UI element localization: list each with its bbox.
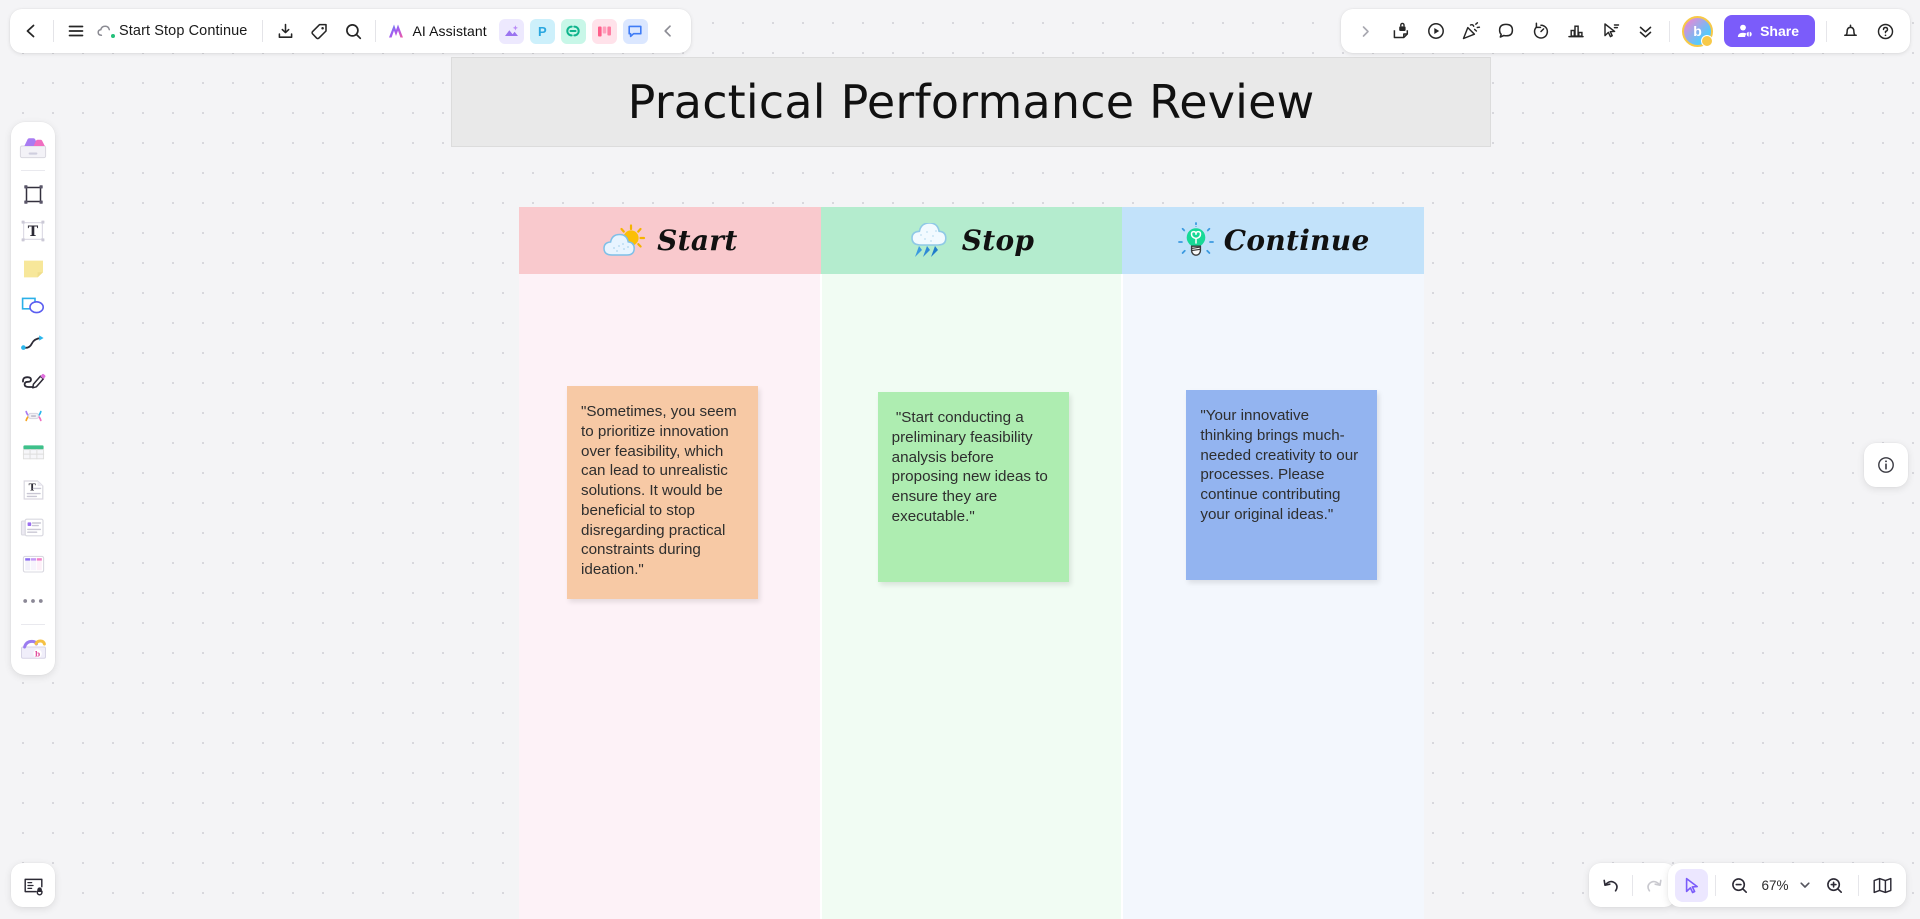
svg-text:b: b	[35, 649, 40, 658]
cursor-flag-icon[interactable]	[1594, 15, 1627, 48]
text-icon[interactable]: T	[15, 213, 51, 249]
info-panel-button[interactable]	[1864, 443, 1908, 487]
mindmap-icon[interactable]	[15, 398, 51, 434]
rail-divider	[21, 624, 45, 625]
column-start[interactable]: Start "Sometimes, you seem to prioritize…	[519, 207, 822, 919]
table-icon[interactable]	[15, 435, 51, 471]
undo-redo-group	[1589, 863, 1676, 907]
pen-draw-icon[interactable]	[15, 361, 51, 397]
zoom-level-label[interactable]: 67%	[1758, 878, 1792, 893]
connector-line-icon[interactable]	[15, 324, 51, 360]
link-app-chip[interactable]	[560, 18, 586, 44]
celebrate-confetti-icon[interactable]	[1454, 15, 1487, 48]
document-icon[interactable]: T	[15, 472, 51, 508]
cursor-select-tool[interactable]	[1675, 868, 1708, 902]
presentation-mode-icon	[23, 875, 44, 896]
search-button[interactable]	[336, 14, 370, 48]
presentation-mode-button[interactable]	[11, 863, 55, 907]
page-title: Practical Performance Review	[627, 75, 1315, 129]
sticky-note-icon[interactable]	[15, 250, 51, 286]
play-circle-icon[interactable]	[1419, 15, 1452, 48]
zoom-out-button[interactable]	[1723, 869, 1756, 902]
column-body-continue[interactable]: "Your innovative thinking brings much-ne…	[1122, 274, 1425, 919]
column-continue[interactable]: Continue "Your innovative thinking bring…	[1122, 207, 1425, 919]
apps-box-icon[interactable]: b	[15, 630, 51, 666]
help-circle-icon[interactable]	[1869, 15, 1902, 48]
redo-button[interactable]	[1638, 869, 1671, 902]
toolbar-divider	[1669, 20, 1671, 42]
rain-cloud-icon	[909, 222, 953, 259]
templates-icon[interactable]	[15, 129, 51, 165]
more-tools-icon[interactable]	[15, 583, 51, 619]
column-title-continue: Continue	[1223, 224, 1370, 257]
kanban-app-chip[interactable]	[591, 18, 617, 44]
saved-indicator-dot	[110, 33, 116, 39]
comment-bubble-icon[interactable]	[1489, 15, 1522, 48]
undo-button[interactable]	[1594, 869, 1627, 902]
sun-behind-cloud-icon	[602, 223, 648, 258]
ai-assistant-button[interactable]: AI Assistant	[381, 14, 495, 48]
board-title[interactable]: Start Stop Continue	[116, 23, 257, 39]
sticky-note-continue[interactable]: "Your innovative thinking brings much-ne…	[1186, 390, 1378, 580]
control-divider	[1858, 874, 1859, 896]
column-stop[interactable]: Stop "Start conducting a preliminary fea…	[820, 207, 1124, 919]
board-title-frame[interactable]: Practical Performance Review	[451, 57, 1491, 147]
column-header-continue: Continue	[1122, 207, 1425, 274]
kanban-board-icon[interactable]	[15, 546, 51, 582]
bell-icon[interactable]	[1834, 15, 1867, 48]
card-stack-icon[interactable]	[15, 509, 51, 545]
column-body-start[interactable]: "Sometimes, you seem to prioritize innov…	[519, 274, 822, 919]
image-app-chip[interactable]	[498, 18, 524, 44]
presentation-app-chip[interactable]: P	[529, 18, 555, 44]
tag-button[interactable]	[302, 14, 336, 48]
zoom-controls: 67%	[1668, 863, 1906, 907]
column-title-start: Start	[657, 224, 738, 257]
share-label: Share	[1760, 23, 1799, 39]
share-person-icon	[1737, 23, 1753, 39]
column-divider	[1121, 274, 1124, 919]
rail-divider	[21, 170, 45, 171]
right-toolbar: b Share	[1341, 9, 1910, 53]
back-button[interactable]	[14, 14, 48, 48]
column-body-stop[interactable]: "Start conducting a preliminary feasibil…	[820, 274, 1124, 919]
shapes-icon[interactable]	[15, 287, 51, 323]
zoom-dropdown-button[interactable]	[1794, 869, 1816, 902]
cloud-saved-icon	[96, 21, 116, 41]
ai-assistant-label: AI Assistant	[412, 23, 487, 39]
column-header-stop: Stop	[820, 207, 1123, 274]
toolbar-divider	[262, 20, 264, 42]
minimap-button[interactable]	[1866, 869, 1899, 902]
zoom-in-button[interactable]	[1818, 869, 1851, 902]
toolbar-divider	[1826, 20, 1827, 42]
info-circle-icon	[1876, 455, 1896, 475]
top-toolbar: Start Stop Continue AI Assistant P	[10, 9, 691, 53]
avatar[interactable]: b	[1682, 15, 1714, 47]
column-title-stop: Stop	[961, 224, 1035, 257]
svg-text:T: T	[28, 224, 39, 240]
lightbulb-idea-icon	[1177, 221, 1215, 260]
chart-vote-icon[interactable]	[1559, 15, 1592, 48]
hamburger-menu-button[interactable]	[59, 14, 93, 48]
frame-icon[interactable]	[15, 176, 51, 212]
chevron-double-down-icon[interactable]	[1629, 15, 1662, 48]
sticky-note-start[interactable]: "Sometimes, you seem to prioritize innov…	[567, 386, 758, 599]
column-header-start: Start	[519, 207, 821, 274]
expand-toolbar-button[interactable]	[1349, 15, 1382, 48]
export-button[interactable]	[268, 14, 302, 48]
share-button[interactable]: Share	[1724, 15, 1815, 47]
timer-icon[interactable]	[1524, 15, 1557, 48]
column-divider	[819, 274, 822, 919]
sticky-note-stop[interactable]: "Start conducting a preliminary feasibil…	[877, 392, 1069, 582]
ai-sparkle-icon	[386, 21, 406, 41]
left-tool-rail: T T b	[11, 122, 55, 675]
control-divider	[1715, 874, 1716, 896]
sticky-lock-icon[interactable]	[1384, 15, 1417, 48]
comment-app-chip[interactable]	[622, 18, 648, 44]
collapse-panel-button[interactable]	[651, 14, 685, 48]
toolbar-divider	[53, 20, 54, 42]
control-divider	[1632, 874, 1633, 896]
board-canvas[interactable]: Practical Performance Review Start "Some…	[0, 0, 1920, 919]
toolbar-divider	[375, 20, 377, 42]
start-stop-continue-grid: Start "Sometimes, you seem to prioritize…	[519, 207, 1425, 919]
